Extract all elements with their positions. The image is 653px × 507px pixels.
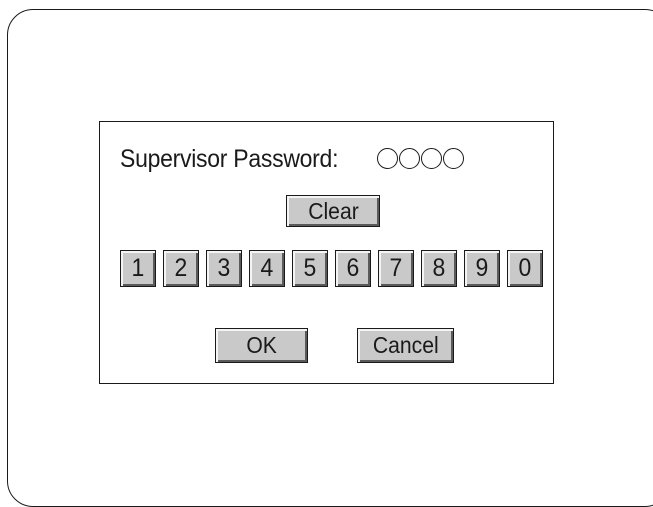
clear-button-label: Clear bbox=[307, 197, 359, 224]
password-slot-4 bbox=[443, 148, 464, 169]
key-label: 1 bbox=[131, 254, 145, 282]
password-slot-1 bbox=[377, 148, 398, 169]
key-7-button[interactable]: 7 bbox=[378, 250, 414, 287]
key-9-button[interactable]: 9 bbox=[464, 250, 500, 287]
password-row: Supervisor Password: bbox=[120, 144, 357, 174]
supervisor-password-dialog: Supervisor Password: Clear 1 2 3 4 5 6 7… bbox=[99, 121, 554, 384]
ok-button[interactable]: OK bbox=[215, 328, 308, 363]
key-2-button[interactable]: 2 bbox=[163, 250, 199, 287]
key-label: 5 bbox=[303, 254, 317, 282]
key-5-button[interactable]: 5 bbox=[292, 250, 328, 287]
cancel-button-label: Cancel bbox=[372, 332, 439, 358]
cancel-button[interactable]: Cancel bbox=[357, 328, 454, 363]
ok-button-label: OK bbox=[246, 332, 277, 358]
password-slot-3 bbox=[421, 148, 442, 169]
key-label: 7 bbox=[389, 254, 403, 282]
key-label: 9 bbox=[475, 254, 489, 282]
key-8-button[interactable]: 8 bbox=[421, 250, 457, 287]
key-label: 8 bbox=[432, 254, 446, 282]
key-3-button[interactable]: 3 bbox=[206, 250, 242, 287]
key-label: 6 bbox=[346, 254, 360, 282]
key-0-button[interactable]: 0 bbox=[507, 250, 543, 287]
key-label: 2 bbox=[174, 254, 188, 282]
password-label: Supervisor Password: bbox=[120, 144, 339, 173]
key-label: 4 bbox=[260, 254, 274, 282]
password-slot-2 bbox=[399, 148, 420, 169]
key-label: 3 bbox=[217, 254, 231, 282]
key-label: 0 bbox=[518, 254, 532, 282]
key-4-button[interactable]: 4 bbox=[249, 250, 285, 287]
password-indicator bbox=[377, 148, 464, 169]
key-1-button[interactable]: 1 bbox=[120, 250, 156, 287]
clear-button[interactable]: Clear bbox=[286, 195, 380, 227]
key-6-button[interactable]: 6 bbox=[335, 250, 371, 287]
